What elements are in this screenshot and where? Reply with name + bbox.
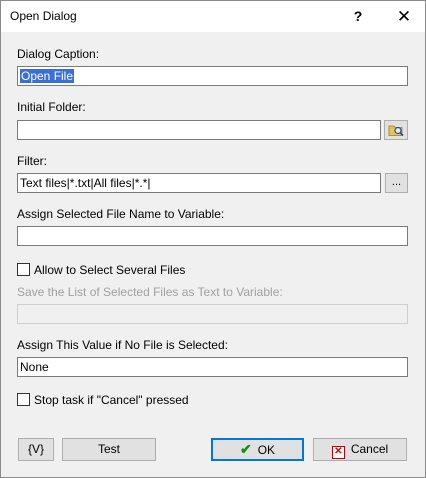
check-icon: ✔ — [239, 441, 252, 457]
filter-label: Filter: — [17, 154, 47, 168]
no-file-label: Assign This Value if No File is Selected… — [17, 338, 228, 352]
folder-label: Initial Folder: — [17, 100, 86, 114]
assign-variable-input[interactable] — [17, 226, 408, 246]
allow-several-checkbox[interactable] — [17, 263, 30, 276]
save-list-label: Save the List of Selected Files as Text … — [17, 285, 283, 299]
ok-label: OK — [257, 443, 276, 457]
filter-input[interactable]: Text files|*.txt|All files|*.*| — [17, 173, 381, 193]
close-icon[interactable]: ✕ — [389, 1, 419, 32]
folder-search-icon — [388, 125, 404, 137]
filter-browse-button[interactable]: ... — [385, 173, 408, 193]
stop-task-label: Stop task if "Cancel" pressed — [34, 393, 189, 407]
browse-folder-button[interactable] — [384, 120, 408, 140]
folder-input[interactable] — [17, 120, 381, 140]
no-file-value: None — [20, 360, 49, 374]
test-button[interactable]: Test — [62, 438, 156, 461]
stop-task-checkbox[interactable] — [17, 393, 30, 406]
save-list-input — [17, 304, 408, 324]
filter-value: Text files|*.txt|All files|*.*| — [20, 176, 151, 190]
help-icon[interactable]: ? — [341, 1, 375, 32]
allow-several-label: Allow to Select Several Files — [34, 263, 186, 277]
caption-input[interactable]: Open File — [17, 66, 408, 86]
variable-button[interactable]: {V} — [18, 438, 54, 461]
no-file-value-input[interactable]: None — [17, 357, 408, 377]
cancel-label: Cancel — [350, 442, 389, 456]
title-bar: Open Dialog ? ✕ — [1, 1, 425, 32]
window-title: Open Dialog — [10, 9, 77, 23]
cancel-button[interactable]: ✕ Cancel — [313, 438, 407, 461]
caption-label: Dialog Caption: — [17, 47, 100, 61]
ok-button[interactable]: ✔ OK — [211, 438, 304, 461]
caption-value: Open File — [20, 69, 75, 83]
open-dialog-window: Open Dialog ? ✕ Dialog Caption: Open Fil… — [0, 0, 426, 478]
assign-label: Assign Selected File Name to Variable: — [17, 207, 225, 221]
cancel-x-icon: ✕ — [331, 446, 345, 459]
